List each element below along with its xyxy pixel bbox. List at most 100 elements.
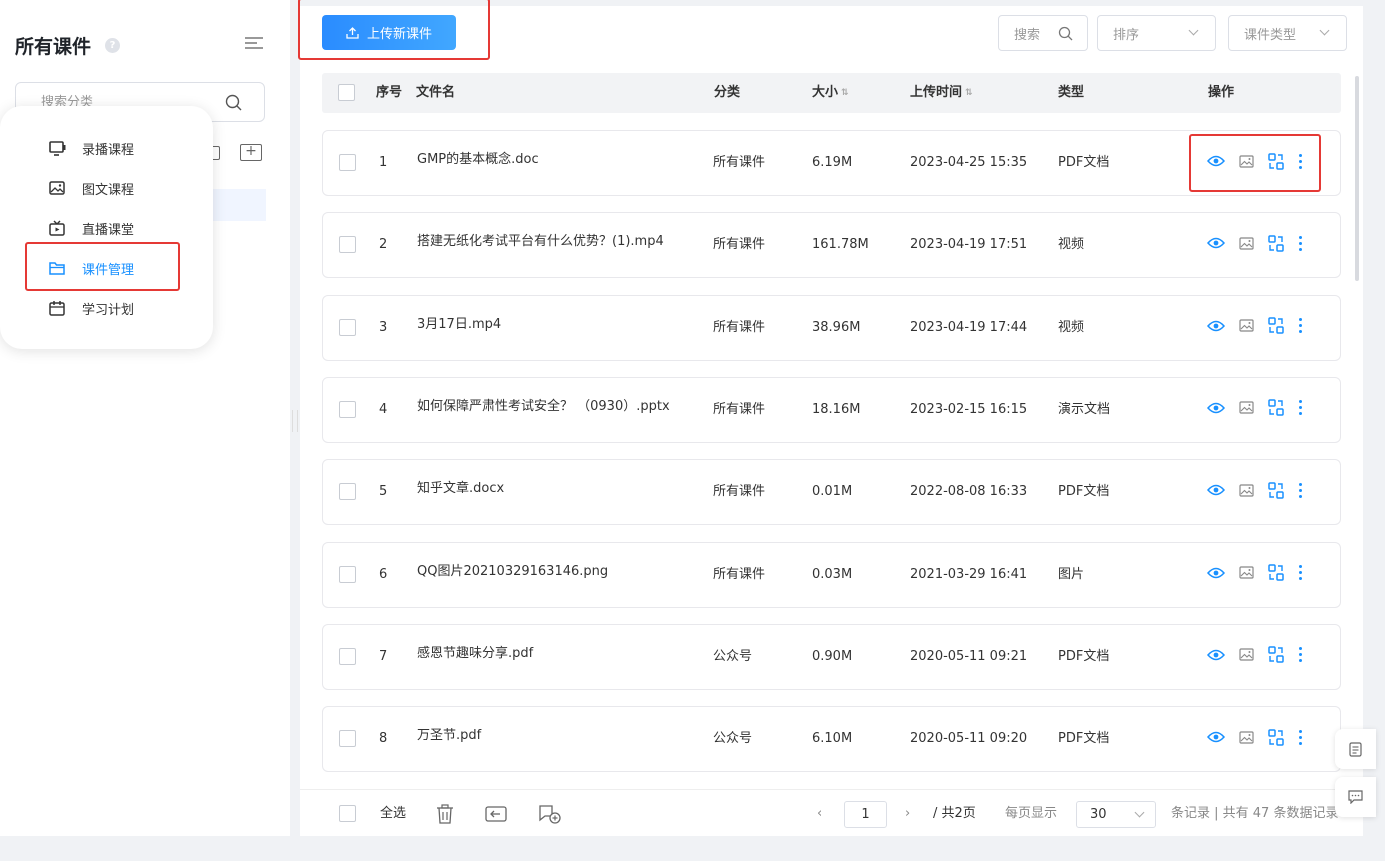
preview-eye-icon[interactable] <box>1207 484 1225 496</box>
more-options-icon[interactable] <box>1298 317 1302 335</box>
vertical-scrollbar[interactable] <box>1355 76 1359 281</box>
reference-link-icon[interactable] <box>1268 317 1284 334</box>
col-time-label: 上传时间 <box>910 85 963 100</box>
row-file-name[interactable]: QQ图片20210329163146.png <box>417 540 608 604</box>
select-all-label[interactable]: 全选 <box>380 790 406 837</box>
row-type: PDF文档 <box>1058 155 1110 170</box>
move-to-folder-icon[interactable] <box>485 806 507 822</box>
file-search-input[interactable]: 搜索 <box>998 15 1088 51</box>
table-row[interactable]: 4 如何保障严肃性考试安全？ （0930）.pptx 所有课件 18.16M 2023-… <box>322 375 1341 443</box>
reference-link-icon[interactable] <box>1268 399 1284 417</box>
sort-icon[interactable]: ⇅ <box>965 88 973 97</box>
table-row[interactable]: 6 QQ图片20210329163146.png 所有课件 0.03M 2021-03-… <box>322 540 1341 608</box>
row-file-name[interactable]: 搭建无纸化考试平台有什么优势？(1).mp4 <box>417 210 664 274</box>
reference-link-icon[interactable] <box>1268 235 1284 252</box>
image-preview-icon[interactable] <box>1239 237 1254 250</box>
floating-notes-button[interactable] <box>1335 729 1376 769</box>
preview-eye-icon[interactable] <box>1207 567 1225 579</box>
file-search-placeholder: 搜索 <box>1014 27 1041 43</box>
table-row[interactable]: 2 搭建无纸化考试平台有什么优势？(1).mp4 所有课件 161.78M 2023-0… <box>322 210 1341 279</box>
more-options-icon[interactable] <box>1298 481 1302 499</box>
image-preview-icon[interactable] <box>1239 730 1254 744</box>
row-checkbox[interactable] <box>339 154 356 171</box>
reference-link-icon[interactable] <box>1268 728 1284 746</box>
reference-link-icon[interactable] <box>1268 646 1284 664</box>
highlight-box-upload <box>298 0 490 60</box>
more-options-icon[interactable] <box>1298 646 1302 664</box>
highlight-box-courseware-menu <box>25 242 180 291</box>
next-page-icon[interactable]: › <box>905 790 910 837</box>
row-checkbox[interactable] <box>339 730 356 748</box>
row-category: 公众号 <box>713 731 753 747</box>
page-number-input[interactable]: 1 <box>844 801 887 828</box>
row-category: 所有课件 <box>713 237 766 253</box>
add-folder-icon[interactable]: + <box>240 144 262 161</box>
nav-item-recorded-course[interactable]: 录播课程 <box>0 128 213 168</box>
more-options-icon[interactable] <box>1298 234 1302 252</box>
calendar-icon <box>48 300 66 316</box>
sort-icon[interactable]: ⇅ <box>841 88 849 97</box>
courseware-type-select[interactable]: 课件类型 <box>1228 15 1347 51</box>
row-size: 0.90M <box>812 648 853 664</box>
nav-item-label: 直播课堂 <box>82 222 135 238</box>
image-preview-icon[interactable] <box>1239 401 1254 414</box>
select-all-checkbox[interactable] <box>339 805 356 822</box>
more-options-icon[interactable] <box>1298 728 1302 746</box>
row-file-name[interactable]: 知乎文章.docx <box>417 457 504 521</box>
per-page-select[interactable]: 30 <box>1076 801 1156 828</box>
more-options-icon[interactable] <box>1298 399 1302 417</box>
sort-select[interactable]: 排序 <box>1097 15 1216 51</box>
help-icon[interactable]: ? <box>105 38 121 53</box>
col-size-label: 大小 <box>812 85 839 100</box>
row-type: PDF文档 <box>1058 648 1110 664</box>
row-type: 演示文档 <box>1058 401 1111 417</box>
row-file-name[interactable]: 感恩节趣味分享.pdf <box>417 622 533 686</box>
row-checkbox[interactable] <box>339 565 356 583</box>
image-preview-icon[interactable] <box>1239 484 1254 497</box>
type-select-value: 课件类型 <box>1244 27 1297 43</box>
search-icon[interactable] <box>225 94 242 111</box>
preview-eye-icon[interactable] <box>1207 402 1225 414</box>
nav-item-study-plan[interactable]: 学习计划 <box>0 288 213 328</box>
table-row[interactable]: 5 知乎文章.docx 所有课件 0.01M 2022-08-08 16:33 PDF文档 <box>322 457 1341 526</box>
row-checkbox[interactable] <box>339 318 356 336</box>
delete-icon[interactable] <box>436 804 454 824</box>
row-category: 所有课件 <box>713 319 766 335</box>
row-file-name[interactable]: 3月17日.mp4 <box>417 293 501 357</box>
col-size[interactable]: 大小 ⇅ <box>812 73 849 113</box>
image-preview-icon[interactable] <box>1239 566 1254 579</box>
more-options-icon[interactable] <box>1298 564 1302 582</box>
row-checkbox[interactable] <box>339 483 356 501</box>
collapse-menu-icon[interactable] <box>245 37 263 51</box>
reference-link-icon[interactable] <box>1268 564 1284 581</box>
prev-page-icon[interactable]: ‹ <box>817 790 822 837</box>
row-file-name[interactable]: GMP的基本概念.doc <box>417 128 539 192</box>
row-file-name[interactable]: 万圣节.pdf <box>417 704 481 768</box>
search-icon[interactable] <box>1058 26 1073 41</box>
row-operations <box>1207 234 1316 252</box>
add-to-course-icon[interactable] <box>538 804 562 824</box>
table-row[interactable]: 7 感恩节趣味分享.pdf 公众号 0.90M 2020-05-11 09:21 PDF文… <box>322 622 1341 690</box>
row-checkbox[interactable] <box>339 236 356 254</box>
select-all-checkbox-header[interactable] <box>338 84 355 101</box>
reference-link-icon[interactable] <box>1268 481 1284 499</box>
table-row[interactable]: 8 万圣节.pdf 公众号 6.10M 2020-05-11 09:20 PDF文档 <box>322 704 1341 773</box>
image-preview-icon[interactable] <box>1239 319 1254 332</box>
preview-eye-icon[interactable] <box>1207 731 1225 743</box>
preview-eye-icon[interactable] <box>1207 237 1225 249</box>
nav-item-image-text-course[interactable]: 图文课程 <box>0 168 213 208</box>
resize-handle[interactable] <box>292 410 298 432</box>
row-checkbox[interactable] <box>339 400 356 418</box>
row-type: 视频 <box>1058 237 1085 253</box>
row-checkbox[interactable] <box>339 647 356 665</box>
preview-eye-icon[interactable] <box>1207 320 1225 332</box>
table-row[interactable]: 3 3月17日.mp4 所有课件 38.96M 2023-04-19 17:44 视频 <box>322 293 1341 361</box>
table-header: 序号 文件名 分类 大小 ⇅ 上传时间 ⇅ 类型 操作 <box>322 73 1341 113</box>
floating-chat-button[interactable] <box>1335 777 1376 817</box>
preview-eye-icon[interactable] <box>1207 649 1225 661</box>
col-time[interactable]: 上传时间 ⇅ <box>910 73 973 113</box>
image-preview-icon[interactable] <box>1239 648 1254 661</box>
row-file-name[interactable]: 如何保障严肃性考试安全？ （0930）.pptx <box>417 375 670 439</box>
row-operations <box>1207 317 1316 335</box>
row-index: 6 <box>379 566 388 582</box>
